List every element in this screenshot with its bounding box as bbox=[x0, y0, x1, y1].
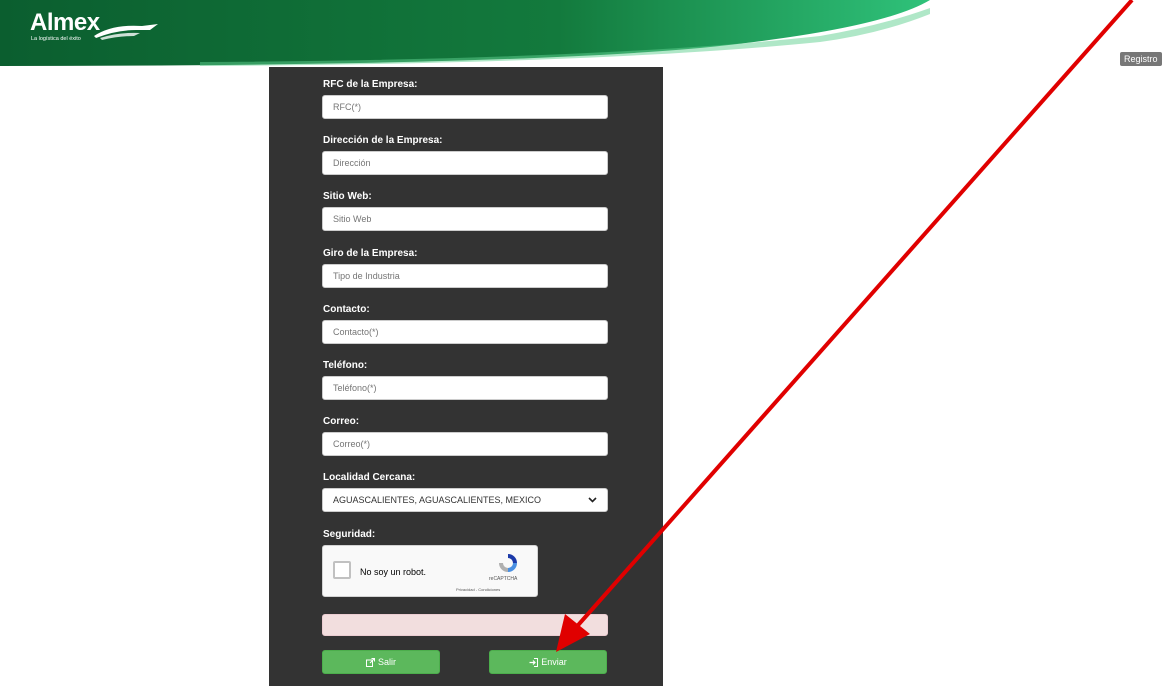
captcha-checkbox[interactable] bbox=[333, 561, 351, 579]
registration-form: RFC de la Empresa: Dirección de la Empre… bbox=[269, 67, 663, 686]
sitio-web-input[interactable] bbox=[322, 207, 608, 231]
enviar-label: Enviar bbox=[541, 657, 567, 667]
error-alert bbox=[322, 614, 608, 636]
chevron-down-icon bbox=[588, 497, 597, 503]
rfc-input[interactable] bbox=[322, 95, 608, 119]
localidad-selected-value: AGUASCALIENTES, AGUASCALIENTES, MEXICO bbox=[333, 495, 542, 505]
salir-label: Salir bbox=[377, 657, 396, 667]
recaptcha-widget: No soy un robot. reCAPTCHA Privacidad - … bbox=[322, 545, 538, 597]
giro-input[interactable] bbox=[322, 264, 608, 288]
brand-logo: Almex bbox=[30, 9, 100, 36]
captcha-label: No soy un robot. bbox=[360, 567, 427, 577]
captcha-terms-link[interactable]: Privacidad - Condiciones bbox=[456, 587, 500, 592]
salir-button[interactable]: Salir bbox=[322, 650, 440, 674]
localidad-label: Localidad Cercana: bbox=[323, 472, 416, 483]
contacto-label: Contacto: bbox=[323, 304, 370, 315]
telefono-label: Teléfono: bbox=[323, 360, 368, 371]
sign-in-icon bbox=[529, 658, 539, 668]
eagle-wing-icon bbox=[94, 24, 158, 40]
giro-label: Giro de la Empresa: bbox=[323, 248, 418, 259]
seguridad-label: Seguridad: bbox=[323, 529, 376, 540]
enviar-button[interactable]: Enviar bbox=[489, 650, 607, 674]
captcha-brand: reCAPTCHA bbox=[489, 576, 518, 582]
direccion-input[interactable] bbox=[322, 151, 608, 175]
correo-label: Correo: bbox=[323, 416, 360, 427]
direccion-label: Dirección de la Empresa: bbox=[323, 135, 443, 146]
registro-badge[interactable]: Registro bbox=[1120, 52, 1162, 66]
contacto-input[interactable] bbox=[322, 320, 608, 344]
telefono-input[interactable] bbox=[322, 376, 608, 400]
rfc-label: RFC de la Empresa: bbox=[323, 79, 418, 90]
recaptcha-logo-icon bbox=[499, 554, 517, 572]
sitio-web-label: Sitio Web: bbox=[323, 191, 372, 202]
correo-input[interactable] bbox=[322, 432, 608, 456]
localidad-select[interactable]: AGUASCALIENTES, AGUASCALIENTES, MEXICO bbox=[322, 488, 608, 512]
external-link-icon bbox=[365, 658, 375, 668]
brand-tagline: La logística del éxito bbox=[31, 36, 81, 42]
